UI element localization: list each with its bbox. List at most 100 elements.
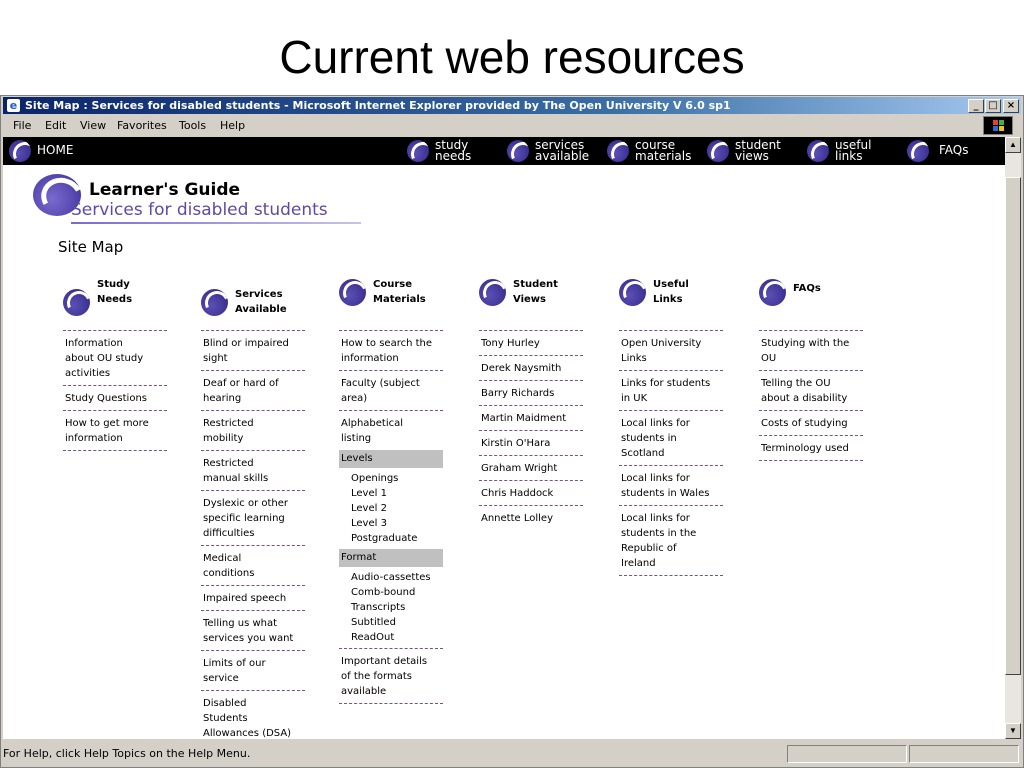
column-heading[interactable]: Useful Links — [653, 277, 689, 307]
list-item[interactable]: Chris Haddock — [479, 480, 583, 505]
list-item[interactable]: Restricted mobility — [201, 410, 305, 450]
list-item[interactable]: Barry Richards — [479, 380, 583, 405]
nav-course-materials[interactable]: course materials — [607, 137, 702, 165]
column-heading[interactable]: FAQs — [793, 281, 821, 296]
column-heading[interactable]: Study Needs — [97, 277, 132, 307]
list-item[interactable]: Telling us what services you want — [201, 610, 305, 650]
list-item[interactable]: How to search the information — [339, 330, 443, 370]
maximize-button[interactable]: □ — [985, 99, 1001, 113]
list-item[interactable]: Restricted manual skills — [201, 450, 305, 490]
list-item[interactable]: Open University Links — [619, 330, 723, 370]
vertical-scrollbar[interactable]: ▲ ▼ — [1005, 137, 1021, 739]
ou-logo-icon — [201, 289, 228, 316]
heading-line1: Course — [373, 279, 412, 290]
nav-study-needs[interactable]: study needs — [407, 137, 497, 165]
ou-logo-icon — [9, 140, 31, 162]
list-item[interactable]: Local links for students in Wales — [619, 465, 723, 505]
heading-line2: Links — [653, 294, 683, 305]
list-item[interactable]: Blind or impaired sight — [201, 330, 305, 370]
nav-faqs[interactable]: FAQs — [907, 137, 997, 165]
page-viewport: HOME study needs services available course… — [3, 137, 1005, 739]
ie-icon: e — [7, 99, 20, 112]
list-item[interactable]: Level 1 — [339, 486, 443, 501]
nav-home[interactable]: HOME — [9, 137, 89, 165]
list-item[interactable]: Medical conditions — [201, 545, 305, 585]
list-item[interactable]: Martin Maidment — [479, 405, 583, 430]
heading-line1: Study — [97, 279, 130, 290]
menu-file[interactable]: File — [13, 119, 31, 132]
list-item[interactable]: Impaired speech — [201, 585, 305, 610]
list-item[interactable]: Audio-cassettes — [339, 570, 443, 585]
status-bar: For Help, click Help Topics on the Help … — [3, 744, 1021, 764]
format-header: Format — [339, 549, 443, 567]
menu-favorites[interactable]: Favorites — [117, 119, 167, 132]
list-item[interactable]: Graham Wright — [479, 455, 583, 480]
menu-tools[interactable]: Tools — [179, 119, 206, 132]
list-item[interactable]: Tony Hurley — [479, 330, 583, 355]
scroll-down-icon[interactable]: ▼ — [1005, 723, 1021, 739]
list-item[interactable]: Derek Naysmith — [479, 355, 583, 380]
list-item[interactable]: Annette Lolley — [479, 505, 583, 530]
minimize-button[interactable]: _ — [968, 99, 984, 113]
column-heading[interactable]: Services Available — [235, 287, 287, 317]
ou-logo-icon — [807, 140, 829, 162]
ou-logo-icon — [907, 140, 929, 162]
list-item[interactable]: Limits of our service — [201, 650, 305, 690]
menu-view[interactable]: View — [80, 119, 106, 132]
link-list: Tony Hurley Derek Naysmith Barry Richard… — [479, 330, 583, 530]
list-item[interactable]: Alphabetical listing — [339, 410, 443, 450]
menu-edit[interactable]: Edit — [45, 119, 66, 132]
nav-useful-links[interactable]: useful links — [807, 137, 902, 165]
link-list: Studying with the OU Telling the OU about … — [759, 330, 863, 461]
nav-student-views[interactable]: student views — [707, 137, 802, 165]
close-button[interactable]: × — [1003, 99, 1019, 113]
ou-logo-icon — [479, 279, 506, 306]
list-item[interactable]: Faculty (subject area) — [339, 370, 443, 410]
column-heading[interactable]: Student Views — [513, 277, 558, 307]
menu-help[interactable]: Help — [220, 119, 245, 132]
list-item[interactable]: Disabled Students Allowances (DSA) — [201, 690, 305, 739]
list-item[interactable]: ReadOut — [339, 630, 443, 645]
nav-label-line2: links — [835, 149, 863, 163]
levels-header: Levels — [339, 450, 443, 468]
ou-logo-icon — [339, 279, 366, 306]
list-item[interactable]: Local links for students in the Republic o… — [619, 505, 723, 576]
list-item[interactable]: Studying with the OU — [759, 330, 863, 370]
list-item[interactable]: Deaf or hard of hearing — [201, 370, 305, 410]
levels-list: Openings Level 1 Level 2 Level 3 Postgra… — [339, 468, 443, 549]
list-item[interactable]: How to get more information — [63, 410, 167, 451]
title-bar[interactable]: e Site Map : Services for disabled stude… — [3, 97, 1021, 114]
link-list: Information about OU study activities Stud… — [63, 330, 167, 451]
list-item[interactable]: Links for students in UK — [619, 370, 723, 410]
list-item[interactable]: Telling the OU about a disability — [759, 370, 863, 410]
list-item[interactable]: Level 2 — [339, 501, 443, 516]
status-pane — [909, 745, 1019, 763]
ou-logo-icon — [407, 140, 429, 162]
list-item[interactable]: Dyslexic or other specific learning diffic… — [201, 490, 305, 545]
column-heading[interactable]: Course Materials — [373, 277, 426, 307]
list-item[interactable]: Level 3 — [339, 516, 443, 531]
list-item[interactable]: Local links for students in Scotland — [619, 410, 723, 465]
list-item[interactable]: Terminology used — [759, 435, 863, 461]
menu-bar: File Edit View Favorites Tools Help — [3, 115, 1021, 136]
list-item[interactable]: Comb-bound — [339, 585, 443, 600]
window-title: Site Map : Services for disabled student… — [25, 99, 731, 112]
list-item[interactable]: Study Questions — [63, 385, 167, 410]
link-list: Blind or impaired sight Deaf or hard of he… — [201, 330, 305, 739]
list-item[interactable]: Costs of studying — [759, 410, 863, 435]
list-item[interactable]: Postgraduate — [339, 531, 443, 546]
list-item[interactable]: Kirstin O'Hara — [479, 430, 583, 455]
ou-logo-icon — [607, 140, 629, 162]
nav-label-line2: views — [735, 149, 769, 163]
scroll-up-icon[interactable]: ▲ — [1005, 137, 1021, 153]
list-item[interactable]: Openings — [339, 471, 443, 486]
list-item[interactable]: Subtitled — [339, 615, 443, 630]
list-item[interactable]: Information about OU study activities — [63, 330, 167, 385]
list-item[interactable]: Transcripts — [339, 600, 443, 615]
nav-label-line2: needs — [435, 149, 472, 163]
nav-services-available[interactable]: services available — [507, 137, 602, 165]
list-item[interactable]: Important details of the formats available — [339, 648, 443, 704]
scroll-thumb[interactable] — [1005, 177, 1021, 675]
heading-line2: Needs — [97, 294, 133, 305]
site-nav: HOME study needs services available course… — [3, 137, 1005, 165]
